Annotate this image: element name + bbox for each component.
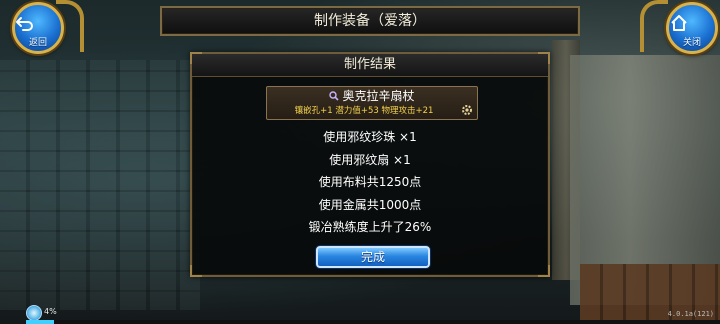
- result-lines: 使用邪纹珍珠 ×1 使用邪纹扇 ×1 使用布料共1250点 使用金属共1000点…: [192, 126, 548, 239]
- version-label: 4.0.1a(121): [667, 310, 714, 318]
- result-line: 使用邪纹珍珠 ×1: [323, 130, 417, 144]
- progress-fill: [26, 320, 54, 324]
- result-line: 使用邪纹扇 ×1: [329, 152, 411, 167]
- item-stats: 镶嵌孔+1 潜力值+53 物理攻击+21: [294, 106, 434, 116]
- status-percent: 4%: [44, 307, 57, 316]
- close-button[interactable]: 关闭: [666, 2, 718, 54]
- corner-ornament: [190, 265, 202, 277]
- done-button-label: 完成: [360, 250, 385, 264]
- item-name-row: 奥克拉辛扇杖: [267, 89, 477, 103]
- done-button[interactable]: 完成: [316, 246, 430, 268]
- gear-icon: [462, 105, 472, 115]
- right-ornament: [640, 0, 668, 52]
- home-icon: [671, 15, 687, 31]
- loading-ring-icon: [26, 305, 42, 321]
- crafted-item-card[interactable]: 奥克拉辛扇杖 镶嵌孔+1 潜力值+53 物理攻击+21: [266, 86, 478, 120]
- result-line: 锻冶熟练度上升了26%: [308, 220, 432, 234]
- close-button-label: 关闭: [682, 38, 701, 48]
- progress-track: [26, 320, 720, 324]
- item-name: 奥克拉辛扇杖: [342, 89, 415, 103]
- back-button[interactable]: 返回: [12, 2, 64, 54]
- title-bar: 制作装备（爱落）: [160, 6, 580, 36]
- window-title: 制作装备（爱落）: [314, 13, 426, 29]
- dialog-header: 制作结果: [192, 54, 548, 77]
- scene-stone-wall: [0, 60, 200, 310]
- dialog-title: 制作结果: [343, 57, 396, 72]
- back-arrow-icon: [16, 17, 33, 31]
- corner-ornament: [538, 265, 550, 277]
- result-line: 使用金属共1000点: [318, 197, 422, 212]
- craft-result-dialog: 制作结果 奥克拉辛扇杖 镶嵌孔+1 潜力值+53 物理攻击+21 使用邪纹珍珠 …: [190, 52, 550, 277]
- result-line: 使用布料共1250点: [318, 175, 422, 189]
- magnifier-icon: [329, 91, 340, 101]
- back-button-label: 返回: [28, 38, 47, 48]
